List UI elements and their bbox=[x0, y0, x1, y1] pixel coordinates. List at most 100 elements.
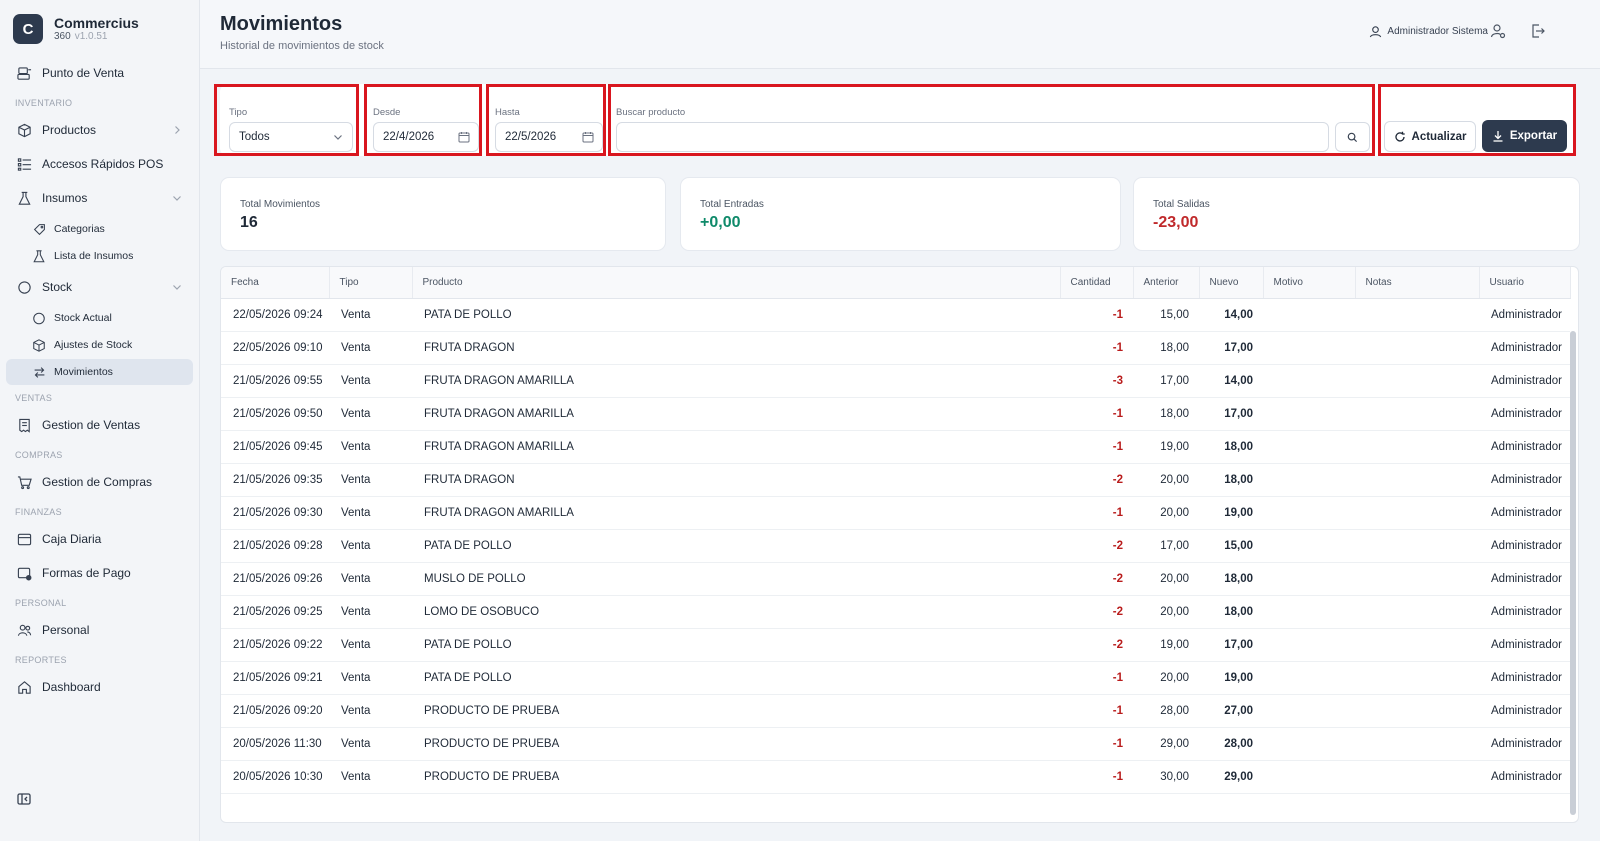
column-header-usuario[interactable]: Usuario bbox=[1479, 267, 1571, 299]
cell-producto: FRUTA DRAGON AMARILLA bbox=[412, 496, 1060, 530]
table-row[interactable]: 21/05/2026 09:55 Venta FRUTA DRAGON AMARIL… bbox=[221, 364, 1570, 398]
user-menu[interactable]: Administrador Sistema bbox=[1369, 25, 1488, 38]
sidebar-item-stock-actual[interactable]: Stock Actual bbox=[6, 305, 193, 331]
stat-card-total-salidas: Total Salidas -23,00 bbox=[1133, 177, 1580, 251]
sidebar-item-lista-de-insumos[interactable]: Lista de Insumos bbox=[6, 243, 193, 269]
refresh-button[interactable]: Actualizar bbox=[1384, 121, 1476, 152]
sidebar-item-ajustes-de-stock[interactable]: Ajustes de Stock bbox=[6, 332, 193, 358]
table-row[interactable]: 21/05/2026 09:22 Venta PATA DE POLLO -2 19,0… bbox=[221, 628, 1570, 662]
cell-cantidad: -3 bbox=[1060, 364, 1133, 398]
table-row[interactable]: 21/05/2026 09:45 Venta FRUTA DRAGON AMARIL… bbox=[221, 430, 1570, 464]
sidebar-item-productos[interactable]: Productos bbox=[6, 113, 193, 147]
filter-desde-label: Desde bbox=[373, 107, 401, 118]
logout-icon[interactable] bbox=[1530, 23, 1546, 39]
column-header-anterior[interactable]: Anterior bbox=[1133, 267, 1200, 299]
sidebar-item-personal[interactable]: Personal bbox=[6, 613, 193, 647]
cell-cantidad: -1 bbox=[1060, 760, 1133, 794]
section-label-finanzas: FINANZAS bbox=[15, 507, 62, 517]
calendar-icon[interactable] bbox=[458, 131, 470, 143]
cell-usuario: Administrador bbox=[1479, 298, 1570, 332]
cell-anterior: 20,00 bbox=[1133, 595, 1199, 629]
stat-value: -23,00 bbox=[1153, 214, 1199, 231]
table-row[interactable]: 21/05/2026 09:35 Venta FRUTA DRAGON -2 20,00… bbox=[221, 463, 1570, 497]
chevron-down-icon[interactable] bbox=[171, 281, 183, 293]
sidebar-item-gestion-de-ventas[interactable]: Gestion de Ventas bbox=[6, 408, 193, 442]
cell-fecha: 21/05/2026 09:20 bbox=[221, 694, 329, 728]
desde-date-input[interactable]: 22/4/2026 bbox=[373, 122, 479, 152]
sidebar-item-label: Formas de Pago bbox=[42, 566, 131, 580]
section-label-compras: COMPRAS bbox=[15, 450, 63, 460]
brand-name: Commercius bbox=[54, 15, 139, 31]
cell-motivo bbox=[1263, 727, 1355, 761]
cell-notas bbox=[1355, 364, 1479, 398]
sidebar-item-insumos[interactable]: Insumos bbox=[6, 181, 193, 215]
table-row[interactable]: 21/05/2026 09:50 Venta FRUTA DRAGON AMARIL… bbox=[221, 397, 1570, 431]
cell-producto: PATA DE POLLO bbox=[412, 529, 1060, 563]
stat-card-total-entradas: Total Entradas +0,00 bbox=[680, 177, 1121, 251]
table-row[interactable]: 20/05/2026 11:30 Venta PRODUCTO DE PRUEBA -… bbox=[221, 727, 1570, 761]
table-row[interactable]: 22/05/2026 09:10 Venta FRUTA DRAGON -1 18,00… bbox=[221, 331, 1570, 365]
sidebar-item-label: Stock Actual bbox=[54, 312, 112, 324]
column-header-cantidad[interactable]: Cantidad bbox=[1060, 267, 1134, 299]
cell-cantidad: -2 bbox=[1060, 628, 1133, 662]
column-header-notas[interactable]: Notas bbox=[1355, 267, 1480, 299]
chevron-down-icon[interactable] bbox=[171, 192, 183, 204]
cart-icon bbox=[16, 474, 32, 490]
stat-label: Total Entradas bbox=[700, 199, 764, 210]
cell-cantidad: -2 bbox=[1060, 463, 1133, 497]
tipo-select[interactable]: Todos bbox=[229, 122, 353, 152]
cell-tipo: Venta bbox=[329, 760, 412, 794]
table-row[interactable]: 21/05/2026 09:30 Venta FRUTA DRAGON AMARIL… bbox=[221, 496, 1570, 530]
cell-notas bbox=[1355, 463, 1479, 497]
search-button[interactable] bbox=[1335, 122, 1370, 152]
sidebar-item-gestion-de-compras[interactable]: Gestion de Compras bbox=[6, 465, 193, 499]
table-row[interactable]: 21/05/2026 09:25 Venta LOMO DE OSOBUCO -2 20… bbox=[221, 595, 1570, 629]
cell-usuario: Administrador bbox=[1479, 661, 1570, 695]
cell-producto: FRUTA DRAGON AMARILLA bbox=[412, 430, 1060, 464]
section-label-personal: PERSONAL bbox=[15, 598, 67, 608]
table-row[interactable]: 21/05/2026 09:26 Venta MUSLO DE POLLO -2 20,… bbox=[221, 562, 1570, 596]
users-icon bbox=[16, 622, 32, 638]
stat-value: +0,00 bbox=[700, 214, 741, 231]
filter-buscar-label: Buscar producto bbox=[616, 107, 686, 118]
user-settings-icon[interactable] bbox=[1490, 23, 1506, 39]
filter-hasta-box: Hasta 22/5/2026 bbox=[486, 84, 606, 156]
table-scrollbar[interactable] bbox=[1570, 331, 1576, 815]
sidebar-item-punto-de-venta[interactable]: Punto de Venta bbox=[6, 56, 193, 90]
brand-sub-label: 360 bbox=[54, 31, 71, 42]
cell-producto: PATA DE POLLO bbox=[412, 298, 1060, 332]
column-header-nuevo[interactable]: Nuevo bbox=[1199, 267, 1264, 299]
table-row[interactable]: 20/05/2026 10:30 Venta PRODUCTO DE PRUEBA -… bbox=[221, 760, 1570, 794]
column-header-producto[interactable]: Producto bbox=[412, 267, 1061, 299]
table-row[interactable]: 21/05/2026 09:21 Venta PATA DE POLLO -1 20,0… bbox=[221, 661, 1570, 695]
brand-version: v1.0.51 bbox=[74, 31, 108, 42]
cell-notas bbox=[1355, 496, 1479, 530]
table-row[interactable]: 22/05/2026 09:24 Venta PATA DE POLLO -1 15,0… bbox=[221, 298, 1570, 332]
chevron-right-icon[interactable] bbox=[171, 124, 183, 136]
sidebar-item-dashboard[interactable]: Dashboard bbox=[6, 670, 193, 704]
calendar-icon[interactable] bbox=[582, 131, 594, 143]
sidebar-item-accesos-rapidos-pos[interactable]: Accesos Rápidos POS bbox=[6, 147, 193, 181]
hasta-date-input[interactable]: 22/5/2026 bbox=[495, 122, 603, 152]
sidebar-collapse-icon[interactable] bbox=[17, 793, 31, 805]
cell-tipo: Venta bbox=[329, 463, 412, 497]
column-header-tipo[interactable]: Tipo bbox=[329, 267, 413, 299]
column-header-fecha[interactable]: Fecha bbox=[221, 267, 330, 299]
sidebar-item-movimientos[interactable]: Movimientos bbox=[6, 359, 193, 385]
table-row[interactable]: 21/05/2026 09:28 Venta PATA DE POLLO -2 17,0… bbox=[221, 529, 1570, 563]
filter-actions-box: Actualizar Exportar bbox=[1378, 84, 1576, 156]
sidebar-item-caja-diaria[interactable]: Caja Diaria bbox=[6, 522, 193, 556]
brand-sub: 360 v1.0.51 bbox=[54, 31, 139, 43]
export-button[interactable]: Exportar bbox=[1482, 120, 1567, 152]
table-row[interactable]: 21/05/2026 09:20 Venta PRODUCTO DE PRUEBA -… bbox=[221, 694, 1570, 728]
sidebar-item-stock[interactable]: Stock bbox=[6, 270, 193, 304]
tipo-select-value: Todos bbox=[239, 131, 270, 143]
sidebar-item-categorias[interactable]: Categorias bbox=[6, 216, 193, 242]
cell-anterior: 18,00 bbox=[1133, 331, 1199, 365]
sidebar-item-formas-de-pago[interactable]: Formas de Pago bbox=[6, 556, 193, 590]
cell-fecha: 21/05/2026 09:45 bbox=[221, 430, 329, 464]
arrows-icon bbox=[32, 365, 46, 379]
column-header-motivo[interactable]: Motivo bbox=[1263, 267, 1356, 299]
search-product-input[interactable] bbox=[616, 122, 1329, 152]
section-label-ventas: VENTAS bbox=[15, 393, 53, 403]
